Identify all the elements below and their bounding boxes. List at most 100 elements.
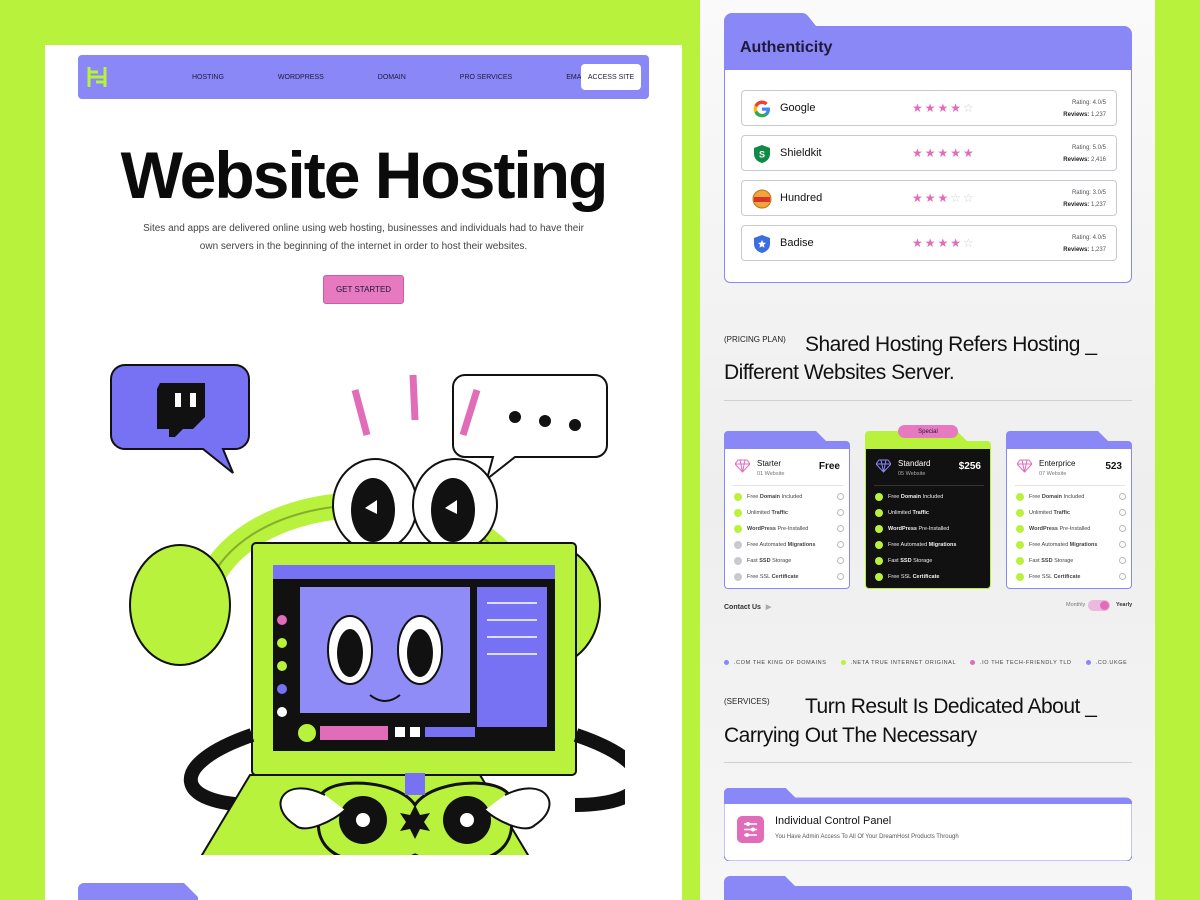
landing-page-panel: HOSTING WORDPRESS DOMAIN PRO SERVICES EM… — [45, 45, 682, 900]
nav-link-pro-services[interactable]: PRO SERVICES — [460, 74, 512, 81]
next-service-card-tab — [724, 876, 1132, 900]
review-row-badise[interactable]: Badise ★★★★☆ Rating: 4.0/5 Reviews: 1,23… — [741, 225, 1117, 261]
check-icon — [734, 573, 742, 581]
info-icon[interactable] — [1119, 493, 1126, 500]
domain-ticker: .COM THE KING OF DOMAINS .NETA TRUE INTE… — [724, 660, 1132, 670]
info-icon[interactable] — [1119, 509, 1126, 516]
plan-website-count: 01 Website — [757, 471, 785, 477]
services-title-line1: Turn Result Is Dedicated About _ — [805, 695, 1097, 718]
contact-us-link[interactable]: Contact Us ▶ — [724, 603, 771, 611]
rating-value: 4.0/5 — [1092, 100, 1106, 106]
feature-domain: Free Domain Included — [1016, 493, 1126, 503]
nav-link-hosting[interactable]: HOSTING — [192, 74, 224, 81]
plan-separator — [733, 485, 843, 486]
info-icon[interactable] — [837, 573, 844, 580]
plan-name: Enterprice — [1039, 459, 1076, 468]
google-icon — [753, 100, 770, 118]
rating-label: Rating: — [1071, 100, 1091, 106]
review-row-shieldkit[interactable]: S Shieldkit ★★★★★ Rating: 5.0/5 Reviews:… — [741, 135, 1117, 171]
details-panel: Authenticity Google ★★★★☆ Rating: 4.0/5 … — [700, 0, 1155, 900]
info-icon[interactable] — [837, 509, 844, 516]
service-card-control-panel[interactable]: Individual Control Panel You Have Admin … — [724, 788, 1132, 861]
rating-label: Rating: — [1071, 190, 1091, 196]
review-meta: Rating: 4.0/5 Reviews: 1,237 — [1063, 232, 1106, 256]
pricing-title-line2: Different Websites Server. — [724, 361, 955, 384]
top-navbar: HOSTING WORDPRESS DOMAIN PRO SERVICES EM… — [78, 55, 649, 99]
play-arrow-icon: ▶ — [765, 604, 772, 611]
check-icon — [875, 509, 883, 517]
service-description: You Have Admin Access To All Of Your Dre… — [775, 834, 959, 840]
star-rating: ★★★★☆ — [912, 101, 976, 115]
plan-card-enterprice[interactable]: Enterprice 07 Website 523 Free Domain In… — [1006, 431, 1132, 589]
review-source-name: Google — [780, 102, 816, 114]
feature-wordpress: WordPress Pre-Installed — [1016, 525, 1126, 535]
check-icon — [875, 573, 883, 581]
check-icon — [1016, 573, 1024, 581]
plan-price: Free — [818, 461, 840, 472]
reviews-list: Google ★★★★☆ Rating: 4.0/5 Reviews: 1,23… — [724, 70, 1132, 283]
pricing-title-line1: Shared Hosting Refers Hosting _ — [805, 333, 1097, 356]
sliders-icon — [737, 816, 764, 843]
ticker-item: .CO.UKGE — [1095, 660, 1128, 666]
review-row-hundred[interactable]: Hundred ★★★☆☆ Rating: 3.0/5 Reviews: 1,2… — [741, 180, 1117, 216]
check-icon — [734, 493, 742, 501]
info-icon[interactable] — [837, 541, 844, 548]
info-icon[interactable] — [1119, 573, 1126, 580]
check-icon — [734, 525, 742, 533]
feature-domain: Free Domain Included — [875, 493, 985, 503]
get-started-button[interactable]: GET STARTED — [323, 275, 404, 304]
ticker-dot — [1085, 660, 1091, 666]
ticker-item: .NETA TRUE INTERNET ORIGINAL — [850, 660, 956, 666]
plan-card-starter[interactable]: Starter 01 Website Free Free Domain Incl… — [724, 431, 850, 589]
authenticity-card: Authenticity Google ★★★★☆ Rating: 4.0/5 … — [724, 13, 1132, 283]
reviews-label: Reviews: — [1063, 157, 1090, 163]
billing-period-toggle[interactable] — [1088, 600, 1110, 611]
review-source-name: Hundred — [780, 192, 823, 204]
plan-card-body: Starter 01 Website Free Free Domain Incl… — [724, 449, 850, 589]
info-icon[interactable] — [1119, 557, 1126, 564]
review-source-name: Shieldkit — [780, 147, 822, 159]
feature-migrations: Free Automated Migrations — [734, 541, 844, 551]
feature-wordpress: WordPress Pre-Installed — [734, 525, 844, 535]
check-icon — [1016, 557, 1024, 565]
check-icon — [875, 493, 883, 501]
rating-value: 4.0/5 — [1092, 235, 1106, 241]
pricing-divider — [724, 400, 1132, 401]
plan-separator — [874, 485, 984, 486]
ticker-dot — [970, 660, 976, 666]
feature-migrations: Free Automated Migrations — [1016, 541, 1126, 551]
review-meta: Rating: 3.0/5 Reviews: 1,237 — [1063, 187, 1106, 211]
special-badge: Special — [898, 425, 958, 438]
feature-ssl: Free SSL Certificate — [734, 573, 844, 583]
service-title: Individual Control Panel — [775, 815, 892, 827]
pricing-tag: (PRICING PLAN) — [724, 335, 786, 344]
info-icon[interactable] — [837, 557, 844, 564]
info-icon[interactable] — [1119, 525, 1126, 532]
feature-domain: Free Domain Included — [734, 493, 844, 503]
feature-traffic: Unlimited Traffic — [734, 509, 844, 519]
plan-name: Standard — [898, 459, 931, 468]
svg-text:S: S — [759, 150, 765, 160]
review-row-google[interactable]: Google ★★★★☆ Rating: 4.0/5 Reviews: 1,23… — [741, 90, 1117, 126]
info-icon[interactable] — [837, 525, 844, 532]
review-meta: Rating: 4.0/5 Reviews: 1,237 — [1063, 97, 1106, 121]
reviews-count: 2,416 — [1090, 157, 1106, 163]
nav-link-domain[interactable]: DOMAIN — [378, 74, 406, 81]
computer-mascot-illustration — [110, 364, 625, 855]
reviews-label: Reviews: — [1063, 112, 1090, 118]
brand-logo-icon[interactable] — [86, 65, 108, 89]
feature-ssd: Fast SSD Storage — [1016, 557, 1126, 567]
check-icon — [1016, 541, 1024, 549]
nav-link-wordpress[interactable]: WORDPRESS — [278, 74, 324, 81]
plan-separator — [1015, 485, 1125, 486]
info-icon[interactable] — [1119, 541, 1126, 548]
plan-card-body: Standard 05 Website $256 Free Domain Inc… — [865, 449, 991, 589]
access-site-button[interactable]: ACCESS SITE — [581, 64, 641, 90]
info-icon[interactable] — [837, 493, 844, 500]
plan-card-standard[interactable]: Special Standard 05 Website $256 Free Do… — [865, 425, 991, 589]
check-icon — [875, 541, 883, 549]
diamond-icon — [1017, 459, 1032, 473]
reviews-label: Reviews: — [1063, 247, 1090, 253]
ticker-dot — [724, 660, 729, 666]
shieldkit-icon: S — [754, 145, 770, 163]
